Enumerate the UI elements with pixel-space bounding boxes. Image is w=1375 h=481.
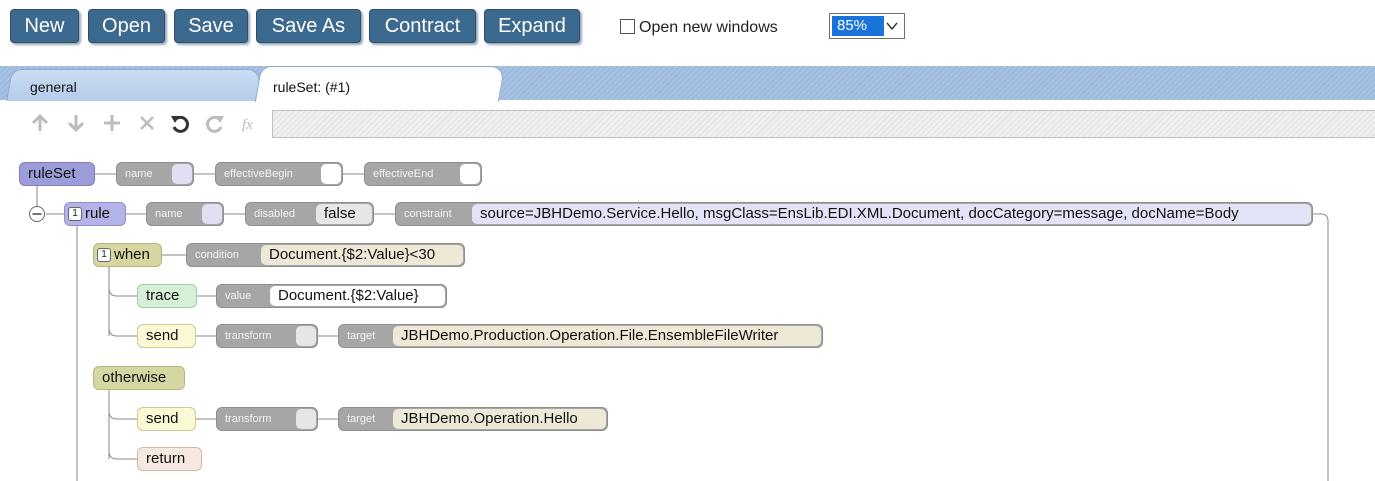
send-node[interactable]: send <box>137 324 196 348</box>
property-value[interactable] <box>296 326 316 346</box>
property-label: target <box>347 330 376 342</box>
property-value[interactable]: JBHDemo.Production.Operation.File.Ensemb… <box>393 326 821 346</box>
ruleset-name-property[interactable]: name <box>116 162 194 186</box>
property-value[interactable]: false <box>316 204 372 224</box>
return-node[interactable]: return <box>137 447 202 471</box>
send-transform-property[interactable]: transform <box>216 407 318 431</box>
rule-name-property[interactable]: name <box>146 202 224 226</box>
property-value[interactable]: JBHDemo.Operation.Hello <box>393 409 606 429</box>
trace-value-property[interactable]: value Document.{$2:Value} <box>216 284 447 308</box>
ruleset-effective-begin-property[interactable]: effectiveBegin <box>215 162 343 186</box>
when-index-badge: 1 <box>97 248 111 262</box>
send-transform-property[interactable]: transform <box>216 324 318 348</box>
trace-node[interactable]: trace <box>137 284 197 308</box>
property-label: transform <box>225 413 272 425</box>
ruleset-node[interactable]: ruleSet <box>19 162 95 186</box>
otherwise-node[interactable]: otherwise <box>93 366 185 390</box>
property-label: effectiveEnd <box>373 168 434 180</box>
return-label: return <box>146 450 186 467</box>
ruleset-label: ruleSet <box>28 165 76 182</box>
when-condition-property[interactable]: condition Document.{$2:Value}<30 <box>186 243 465 267</box>
property-value[interactable] <box>172 164 192 184</box>
send-node[interactable]: send <box>137 407 196 431</box>
property-label: target <box>347 413 376 425</box>
property-label: effectiveBegin <box>224 168 293 180</box>
property-value[interactable]: Document.{$2:Value}<30 <box>261 245 463 265</box>
ruleset-effective-end-property[interactable]: effectiveEnd <box>364 162 482 186</box>
rule-disabled-property[interactable]: disabled false <box>245 202 374 226</box>
property-value[interactable] <box>296 409 316 429</box>
property-label: name <box>125 168 153 180</box>
rule-node[interactable]: 1 rule <box>64 202 126 226</box>
send-label: send <box>146 410 179 427</box>
property-label: constraint <box>404 208 452 220</box>
collapse-icon[interactable] <box>28 205 46 223</box>
send-target-property[interactable]: target JBHDemo.Operation.Hello <box>338 407 608 431</box>
property-label: transform <box>225 330 272 342</box>
otherwise-label: otherwise <box>102 369 167 386</box>
send-label: send <box>146 327 179 344</box>
when-label: when <box>114 246 150 263</box>
property-value[interactable] <box>460 164 480 184</box>
property-label: condition <box>195 249 240 261</box>
property-value[interactable] <box>321 164 341 184</box>
tree-connectors <box>36 173 1329 481</box>
property-label: value <box>225 290 252 302</box>
rule-constraint-property[interactable]: constraint source=JBHDemo.Service.Hello,… <box>395 202 1313 226</box>
property-label: name <box>155 208 183 220</box>
property-value[interactable] <box>202 204 222 224</box>
send-target-property[interactable]: target JBHDemo.Production.Operation.File… <box>338 324 823 348</box>
property-label: disabled <box>254 208 295 220</box>
rule-label: rule <box>85 205 111 222</box>
trace-label: trace <box>146 287 180 304</box>
property-value[interactable]: Document.{$2:Value} <box>270 286 445 306</box>
when-node[interactable]: 1 when <box>93 243 162 267</box>
rule-index-badge: 1 <box>68 207 82 221</box>
property-value[interactable]: source=JBHDemo.Service.Hello, msgClass=E… <box>472 204 1311 224</box>
